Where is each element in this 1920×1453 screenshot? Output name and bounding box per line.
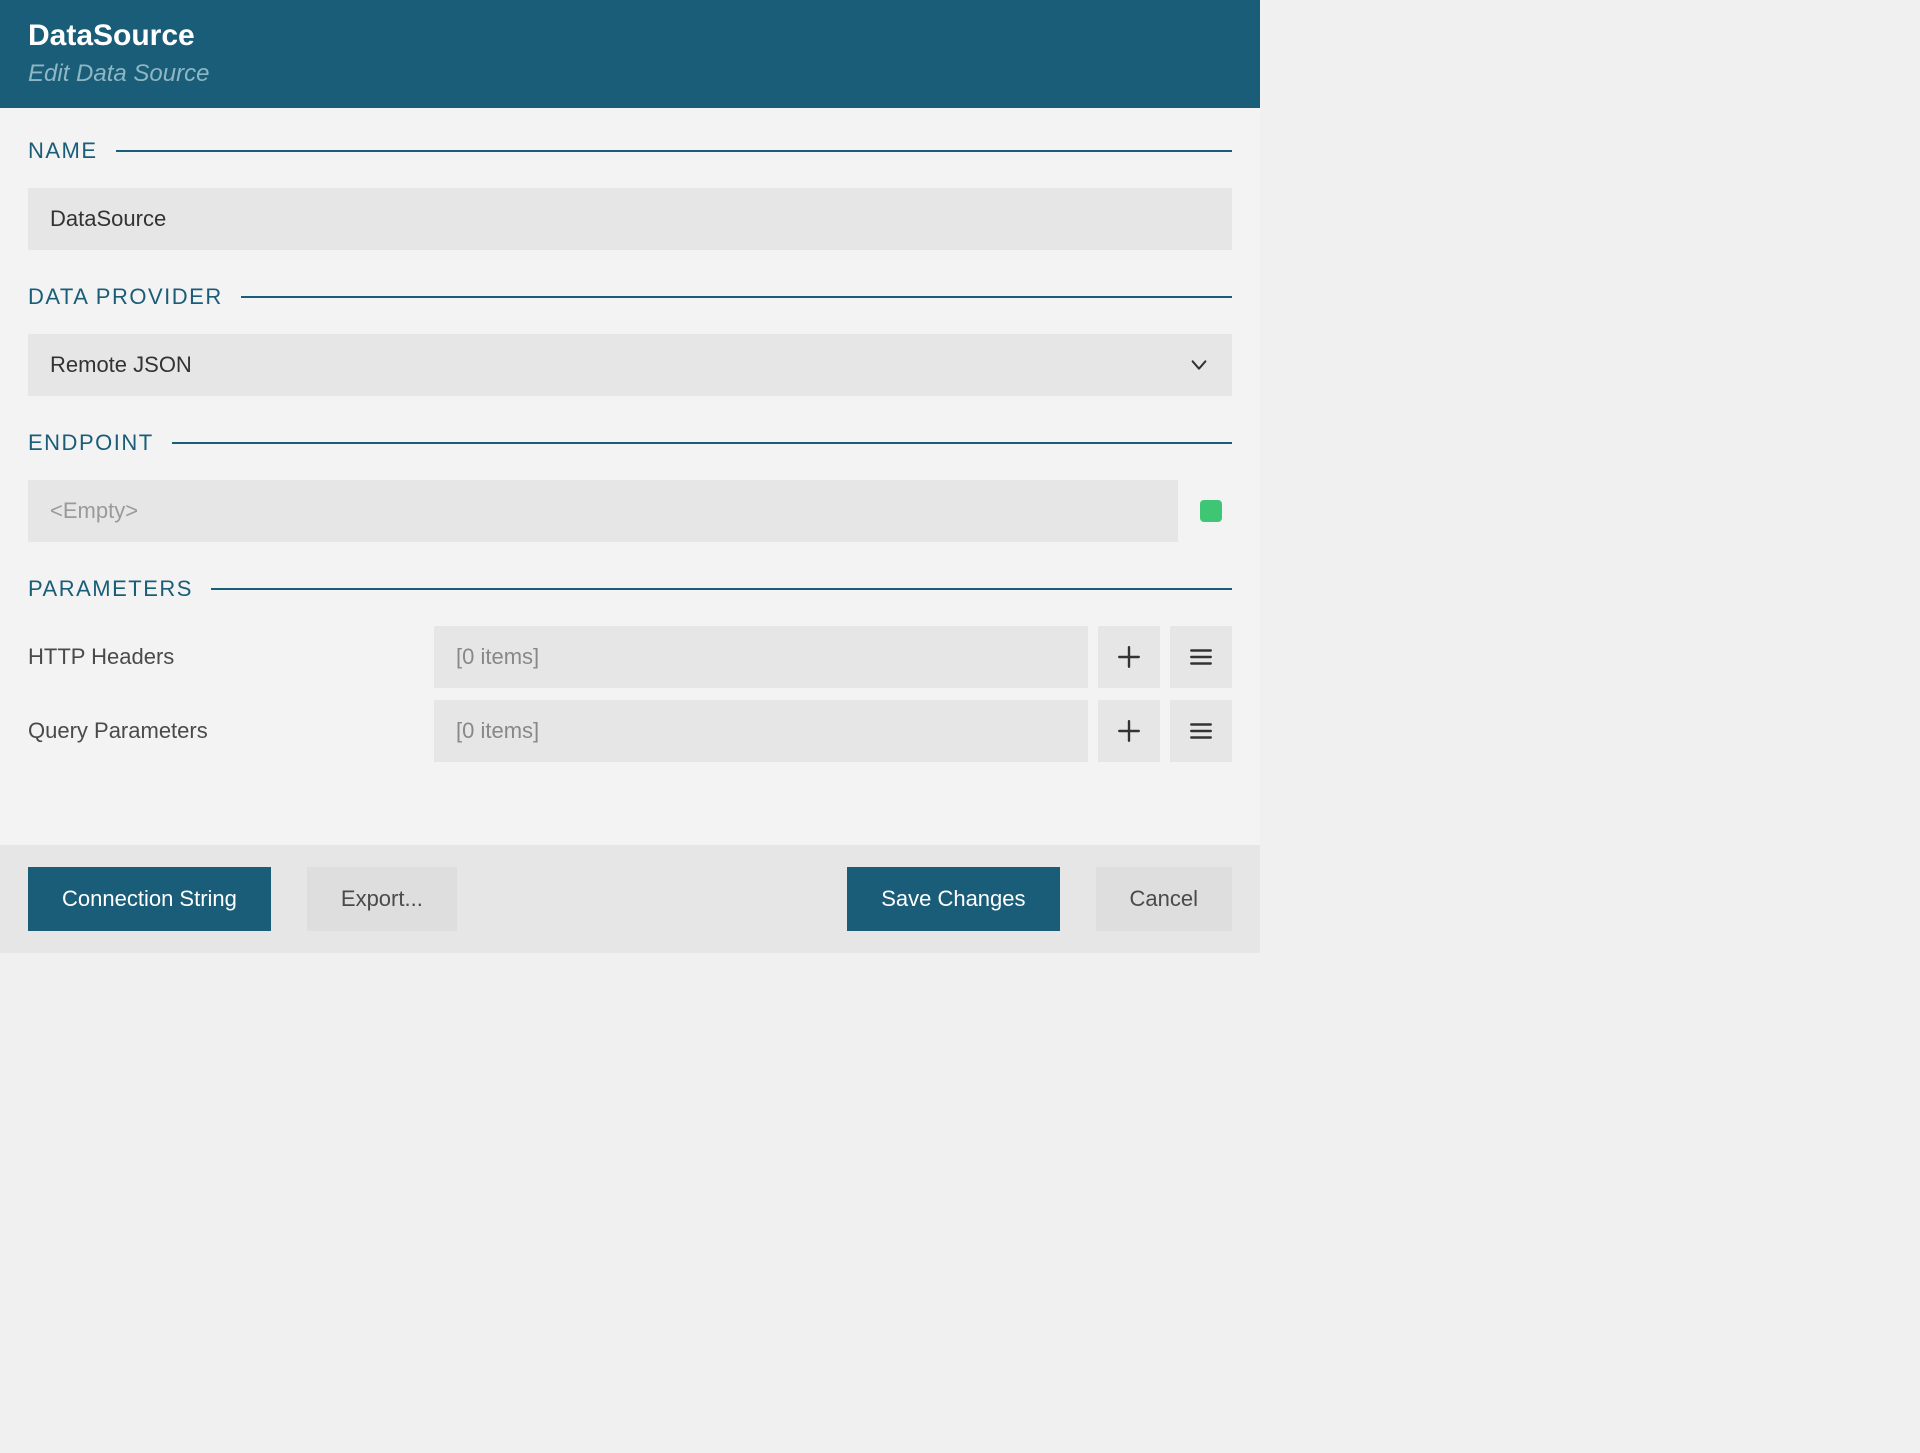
panel-body: NAME DATA PROVIDER Remote JSON ENDPOINT xyxy=(0,108,1260,845)
cancel-button[interactable]: Cancel xyxy=(1096,867,1232,931)
section-divider xyxy=(172,442,1232,444)
query-parameters-summary: [0 items] xyxy=(434,700,1088,762)
query-parameters-row: Query Parameters [0 items] xyxy=(28,700,1232,762)
plus-icon xyxy=(1116,718,1142,744)
list-icon xyxy=(1188,718,1214,744)
data-provider-select[interactable]: Remote JSON xyxy=(28,334,1232,396)
section-name: NAME xyxy=(28,138,1232,250)
plus-icon xyxy=(1116,644,1142,670)
chevron-down-icon xyxy=(1188,354,1210,376)
section-name-label: NAME xyxy=(28,138,98,164)
query-parameters-list-button[interactable] xyxy=(1170,700,1232,762)
section-parameters: PARAMETERS HTTP Headers [0 items] xyxy=(28,576,1232,762)
section-endpoint: ENDPOINT xyxy=(28,430,1232,542)
save-changes-button[interactable]: Save Changes xyxy=(847,867,1059,931)
header-subtitle: Edit Data Source xyxy=(28,60,1232,88)
list-icon xyxy=(1188,644,1214,670)
export-button[interactable]: Export... xyxy=(307,867,457,931)
header-title: DataSource xyxy=(28,18,1232,54)
http-headers-list-button[interactable] xyxy=(1170,626,1232,688)
data-provider-value: Remote JSON xyxy=(50,352,1188,378)
http-headers-summary: [0 items] xyxy=(434,626,1088,688)
query-parameters-add-button[interactable] xyxy=(1098,700,1160,762)
section-data-provider-label: DATA PROVIDER xyxy=(28,284,223,310)
http-headers-label: HTTP Headers xyxy=(28,644,424,670)
name-input[interactable] xyxy=(28,188,1232,250)
section-endpoint-label: ENDPOINT xyxy=(28,430,154,456)
panel-header: DataSource Edit Data Source xyxy=(0,0,1260,108)
http-headers-add-button[interactable] xyxy=(1098,626,1160,688)
panel-footer: Connection String Export... Save Changes… xyxy=(0,845,1260,953)
http-headers-row: HTTP Headers [0 items] xyxy=(28,626,1232,688)
section-parameters-label: PARAMETERS xyxy=(28,576,193,602)
endpoint-status-indicator xyxy=(1200,500,1222,522)
endpoint-input[interactable] xyxy=(28,480,1178,542)
connection-string-button[interactable]: Connection String xyxy=(28,867,271,931)
section-data-provider: DATA PROVIDER Remote JSON xyxy=(28,284,1232,396)
query-parameters-label: Query Parameters xyxy=(28,718,424,744)
edit-data-source-panel: DataSource Edit Data Source NAME DATA PR… xyxy=(0,0,1260,953)
section-divider xyxy=(241,296,1232,298)
section-divider xyxy=(211,588,1232,590)
section-divider xyxy=(116,150,1232,152)
